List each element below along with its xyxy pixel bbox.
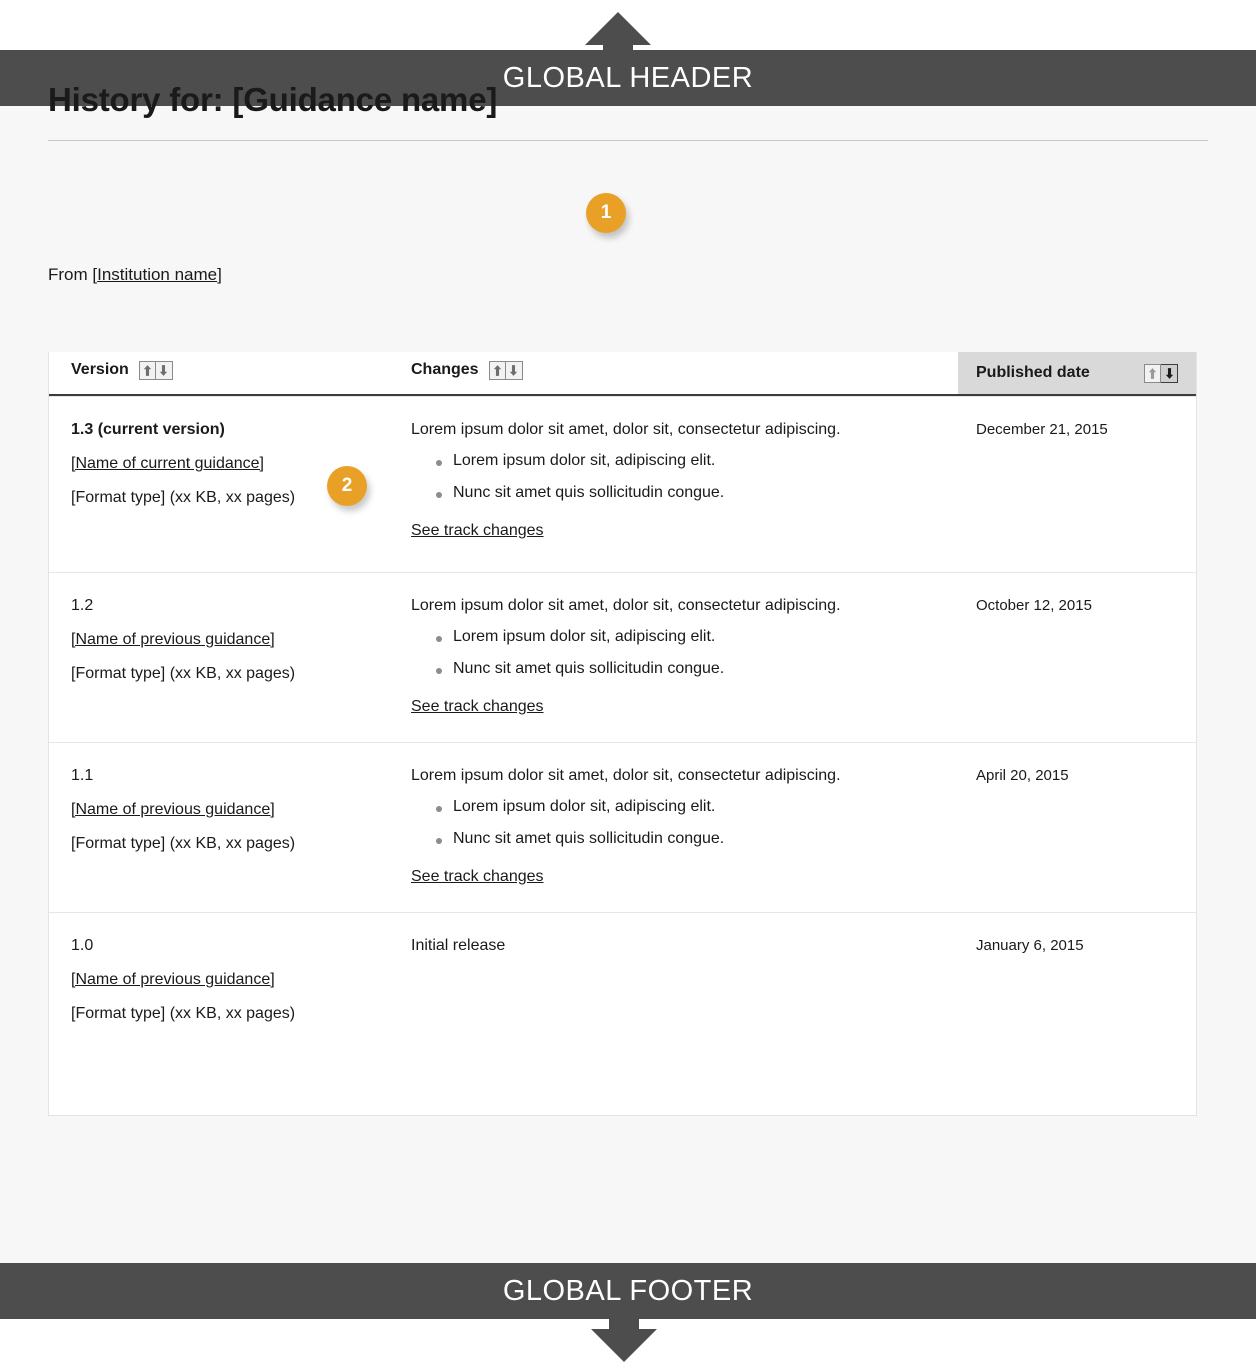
sort-descending-icon-version[interactable] <box>156 361 173 380</box>
list-item: Lorem ipsum dolor sit, adipiscing elit. <box>411 452 938 470</box>
column-header-changes-label: Changes <box>411 361 479 379</box>
source-institution-line: From [Institution name] <box>48 265 222 285</box>
row-published-date-cell: January 6, 2015 <box>958 913 1196 1115</box>
sort-descending-icon-changes[interactable] <box>506 361 523 380</box>
see-track-changes-link[interactable]: See track changes <box>411 698 544 716</box>
row-published-date-cell: October 12, 2015 <box>958 573 1196 742</box>
scroll-down-arrow-icon <box>591 1318 657 1362</box>
global-footer-bar: GLOBAL FOOTER <box>0 1263 1256 1319</box>
table-row: 1.3 (current version) [Name of current g… <box>49 396 1196 572</box>
guidance-document-link[interactable]: [Name of current guidance] <box>71 455 264 473</box>
sort-descending-icon-published-date[interactable] <box>1161 364 1178 383</box>
table-row: 1.0 [Name of previous guidance] [Format … <box>49 912 1196 1115</box>
callout-badge-2: 2 <box>327 466 367 506</box>
version-number: 1.0 <box>71 937 387 955</box>
row-published-date-cell: December 21, 2015 <box>958 397 1196 572</box>
sort-controls-version <box>139 361 173 380</box>
document-format-meta: [Format type] (xx KB, xx pages) <box>71 665 387 683</box>
row-version-cell: 1.2 [Name of previous guidance] [Format … <box>49 573 401 742</box>
list-item: Nunc sit amet quis sollicitudin congue. <box>411 830 938 848</box>
published-date-value: January 6, 2015 <box>976 937 1186 954</box>
guidance-document-link[interactable]: [Name of previous guidance] <box>71 631 275 649</box>
title-divider <box>48 140 1208 141</box>
callout-badge-1: 1 <box>586 193 626 233</box>
page-title: History for: [Guidance name] <box>48 82 497 118</box>
page-title-wrap: History for: [Guidance name] <box>48 82 1208 118</box>
changes-summary: Initial release <box>411 937 938 955</box>
changes-bullet-list: Lorem ipsum dolor sit, adipiscing elit. … <box>411 452 938 502</box>
row-changes-cell: Lorem ipsum dolor sit amet, dolor sit, c… <box>401 573 958 742</box>
changes-summary: Lorem ipsum dolor sit amet, dolor sit, c… <box>411 421 938 439</box>
version-number: 1.1 <box>71 767 387 785</box>
list-item: Lorem ipsum dolor sit, adipiscing elit. <box>411 798 938 816</box>
column-header-published-date-label: Published date <box>976 364 1090 382</box>
see-track-changes-link[interactable]: See track changes <box>411 522 544 540</box>
from-suffix: ] <box>217 265 222 284</box>
list-item: Nunc sit amet quis sollicitudin congue. <box>411 660 938 678</box>
column-header-changes: Changes <box>401 352 958 394</box>
changes-bullet-list: Lorem ipsum dolor sit, adipiscing elit. … <box>411 628 938 678</box>
table-row: 1.1 [Name of previous guidance] [Format … <box>49 742 1196 912</box>
version-number: 1.2 <box>71 597 387 615</box>
sort-ascending-icon-changes[interactable] <box>489 361 506 380</box>
version-history-table: Version Changes <box>48 352 1197 1116</box>
list-item: Nunc sit amet quis sollicitudin congue. <box>411 484 938 502</box>
row-changes-cell: Lorem ipsum dolor sit amet, dolor sit, c… <box>401 397 958 572</box>
changes-bullet-list: Lorem ipsum dolor sit, adipiscing elit. … <box>411 798 938 848</box>
guidance-document-link[interactable]: [Name of previous guidance] <box>71 801 275 819</box>
version-number: 1.3 (current version) <box>71 421 387 439</box>
guidance-document-link[interactable]: [Name of previous guidance] <box>71 971 275 989</box>
column-header-version: Version <box>49 352 401 394</box>
document-format-meta: [Format type] (xx KB, xx pages) <box>71 835 387 853</box>
sort-controls-changes <box>489 361 523 380</box>
sort-controls-published-date <box>1144 364 1178 383</box>
wireframe-page: GLOBAL HEADER History for: [Guidance nam… <box>0 0 1256 1366</box>
changes-summary: Lorem ipsum dolor sit amet, dolor sit, c… <box>411 597 938 615</box>
document-format-meta: [Format type] (xx KB, xx pages) <box>71 1005 387 1023</box>
row-version-cell: 1.0 [Name of previous guidance] [Format … <box>49 913 401 1115</box>
column-header-published-date: Published date <box>958 352 1196 394</box>
list-item: Lorem ipsum dolor sit, adipiscing elit. <box>411 628 938 646</box>
row-changes-cell: Lorem ipsum dolor sit amet, dolor sit, c… <box>401 743 958 912</box>
changes-summary: Lorem ipsum dolor sit amet, dolor sit, c… <box>411 767 938 785</box>
global-footer-label: GLOBAL FOOTER <box>503 1277 753 1306</box>
row-version-cell: 1.1 [Name of previous guidance] [Format … <box>49 743 401 912</box>
row-published-date-cell: April 20, 2015 <box>958 743 1196 912</box>
institution-name-link[interactable]: Institution name <box>97 265 217 284</box>
sort-ascending-icon-version[interactable] <box>139 361 156 380</box>
column-header-version-label: Version <box>71 361 129 379</box>
published-date-value: October 12, 2015 <box>976 597 1186 614</box>
row-changes-cell: Initial release <box>401 913 958 1115</box>
published-date-value: April 20, 2015 <box>976 767 1186 784</box>
from-prefix: From [ <box>48 265 97 284</box>
see-track-changes-link[interactable]: See track changes <box>411 868 544 886</box>
published-date-value: December 21, 2015 <box>976 421 1186 438</box>
table-header-row: Version Changes <box>49 352 1196 396</box>
table-row: 1.2 [Name of previous guidance] [Format … <box>49 572 1196 742</box>
sort-ascending-icon-published-date[interactable] <box>1144 364 1161 383</box>
